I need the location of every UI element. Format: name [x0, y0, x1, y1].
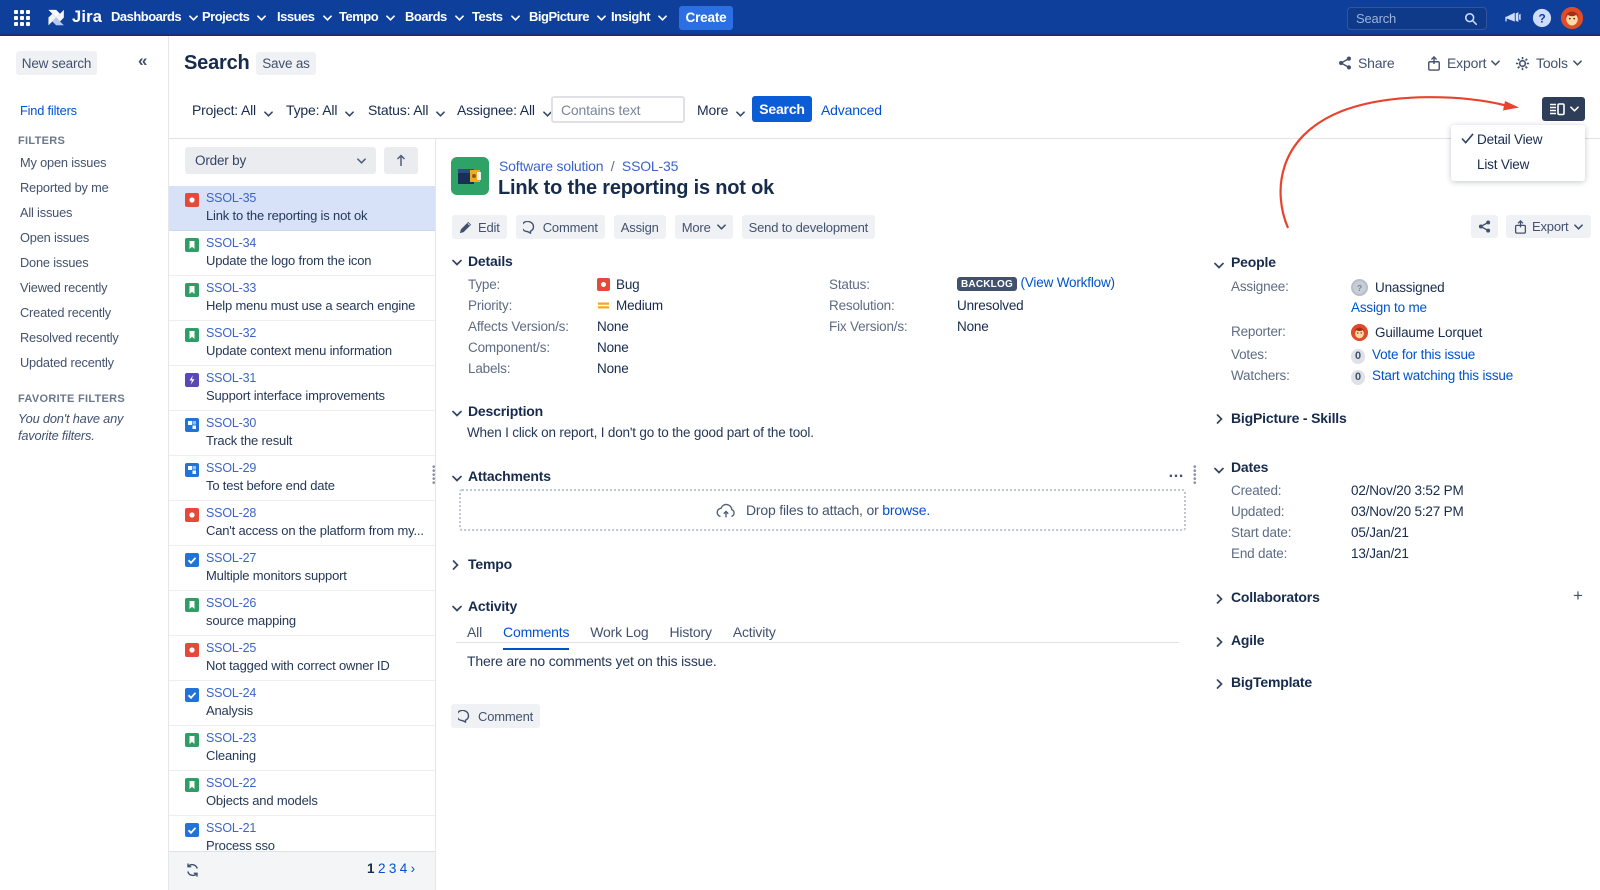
- svg-text:?: ?: [1357, 283, 1362, 293]
- svg-text:?: ?: [1538, 12, 1545, 26]
